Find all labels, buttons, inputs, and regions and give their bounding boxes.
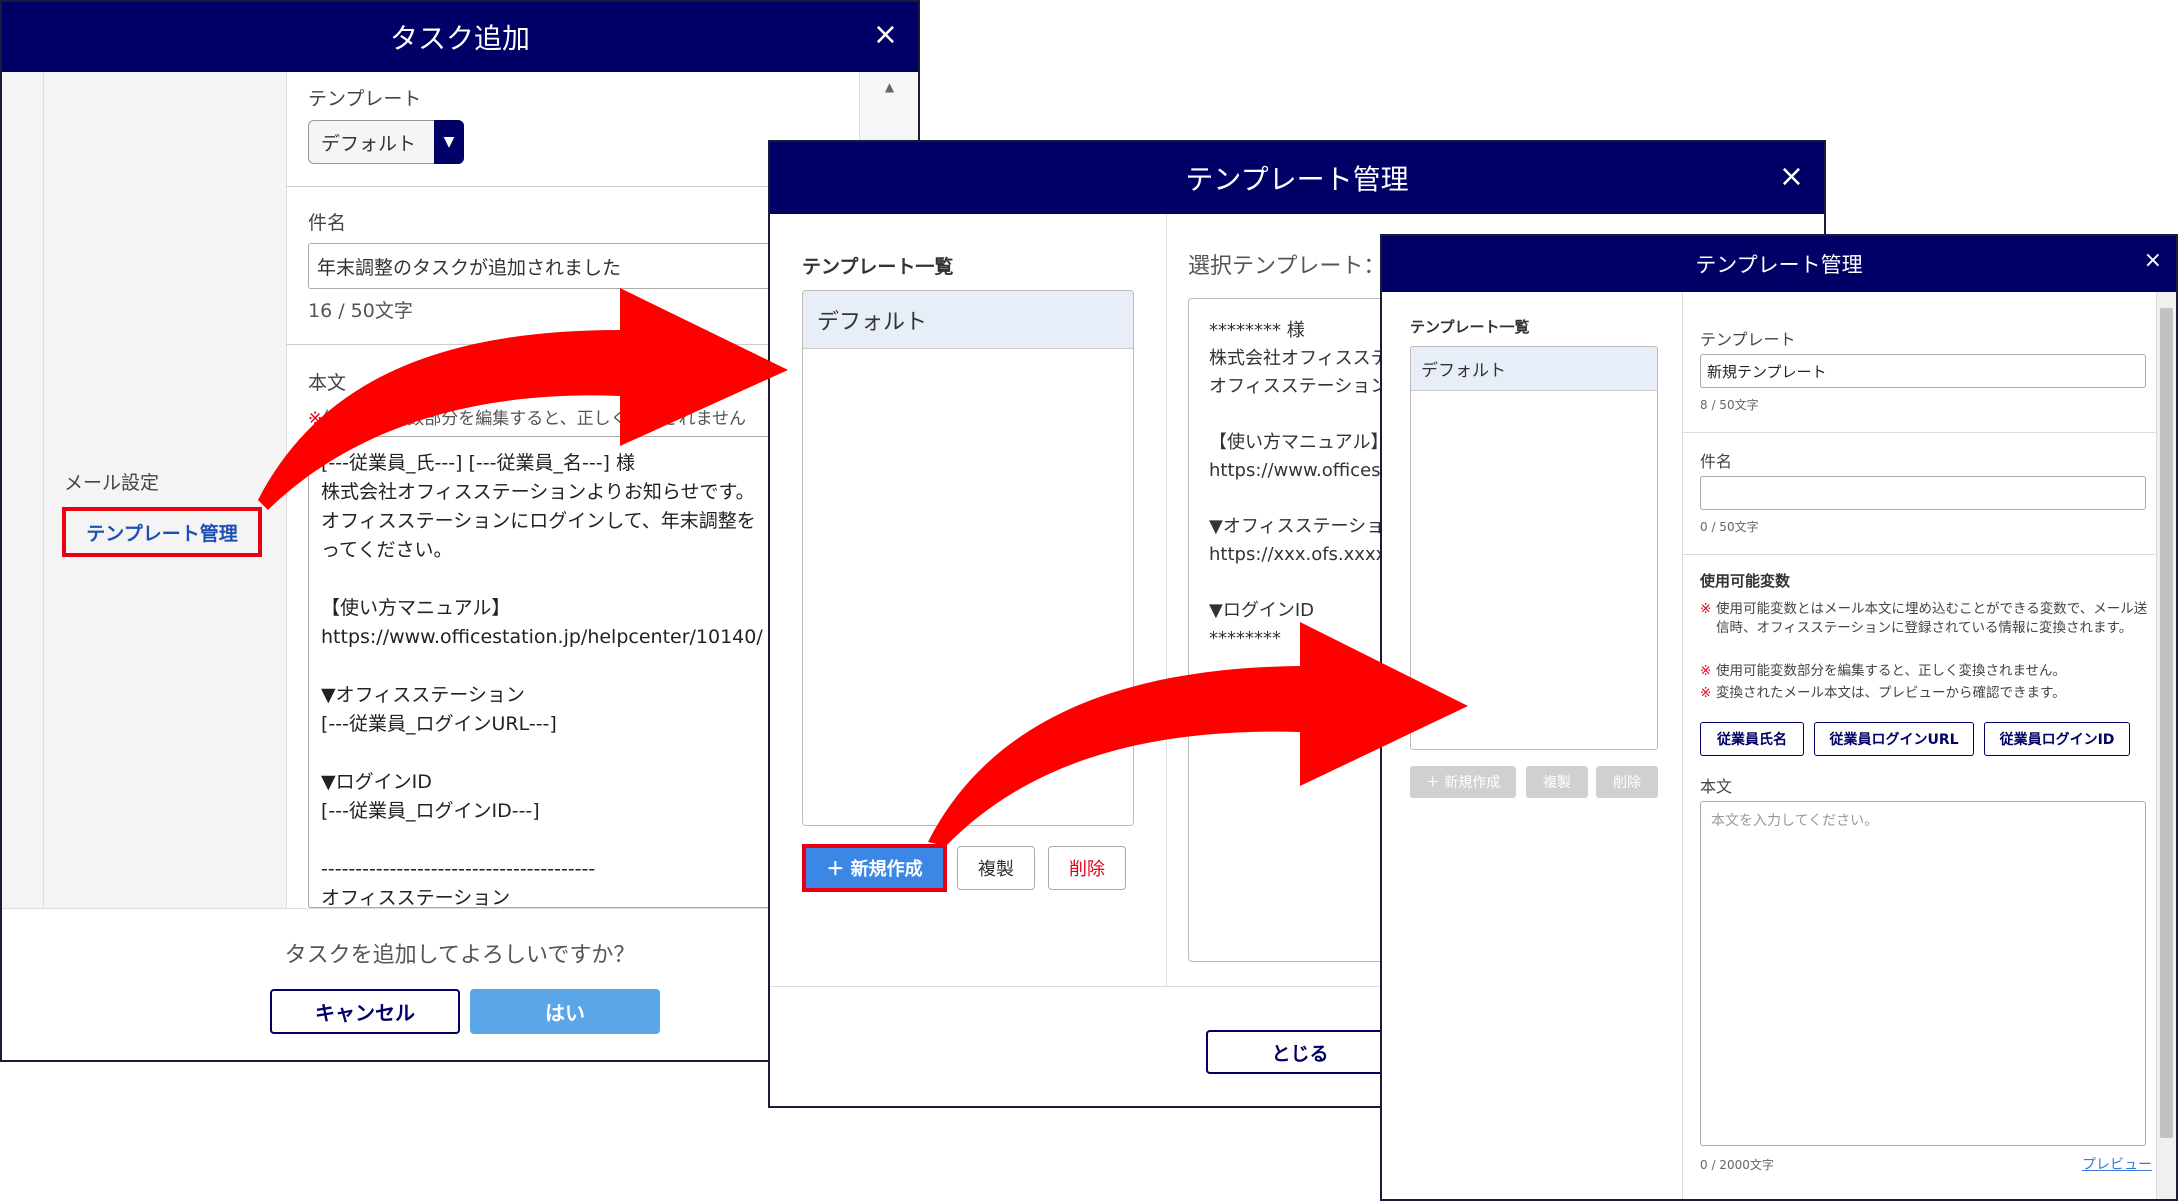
preview-link[interactable]: プレビュー [2082, 1154, 2152, 1174]
scrollbar-thumb[interactable] [2160, 308, 2173, 1138]
warning-mark: ※ [308, 409, 323, 429]
template-manage-link[interactable]: テンプレート管理 [62, 507, 262, 557]
template-list-title: テンプレート一覧 [802, 256, 954, 278]
note-item: ※ 使用可能変数部分を編集すると、正しく変換されません。 [1700, 662, 2156, 681]
note-item: ※ 変換されたメール本文は、プレビューから確認できます。 [1700, 684, 2156, 703]
dialog-header: テンプレート管理 × [770, 142, 1824, 214]
body-count: 0 / 2000文字 [1700, 1158, 1774, 1172]
note-text: 使用可能変数とはメール本文に埋め込むことができる変数で、メール送信時、オフィスス… [1716, 601, 2148, 636]
note-item: ※ 使用可能変数とはメール本文に埋め込むことができる変数で、メール送信時、オフィ… [1700, 600, 2156, 638]
variable-login-url-button[interactable]: 従業員ログインURL [1814, 722, 1974, 756]
body-label: 本文 [308, 372, 347, 394]
body-textarea[interactable]: 本文を入力してください。 [1700, 801, 2146, 1146]
variable-login-id-button[interactable]: 従業員ログインID [1984, 722, 2130, 756]
dialog-header: タスク追加 × [2, 2, 918, 72]
body-label: 本文 [1700, 777, 1733, 796]
divider [1683, 432, 2157, 433]
scrollbar[interactable] [2156, 292, 2176, 1199]
list-item[interactable]: デフォルト [803, 291, 1133, 349]
body-warning: ※使用可能変数部分を編集すると、正しく変換されません [308, 404, 746, 429]
template-name-label: テンプレート [1700, 330, 1796, 349]
variables-title: 使用可能変数 [1700, 572, 1791, 590]
new-template-button[interactable]: ＋ 新規作成 [1410, 766, 1516, 798]
variable-employee-name-button[interactable]: 従業員氏名 [1700, 722, 1804, 756]
divider [1166, 214, 1167, 986]
note-mark: ※ [1700, 663, 1712, 679]
side-gutter [2, 72, 44, 908]
template-label: テンプレート [308, 88, 422, 110]
divider [1682, 292, 1683, 1199]
subject-input[interactable] [1700, 476, 2146, 510]
subject-count: 0 / 50文字 [1700, 520, 1759, 534]
subject-label: 件名 [1700, 452, 1733, 471]
note-mark: ※ [1700, 685, 1712, 701]
template-list: デフォルト [802, 290, 1134, 826]
delete-button[interactable]: 削除 [1596, 766, 1658, 798]
list-item[interactable]: デフォルト [1411, 347, 1657, 391]
delete-button[interactable]: 削除 [1048, 846, 1126, 890]
close-icon[interactable]: × [2144, 250, 2162, 272]
close-icon[interactable]: × [1779, 162, 1804, 192]
new-template-dialog: テンプレート管理 × テンプレート一覧 デフォルト ＋ 新規作成 複製 削除 テ… [1380, 234, 2178, 1201]
note-text: 変換されたメール本文は、プレビューから確認できます。 [1716, 685, 2066, 701]
note-mark: ※ [1700, 601, 1712, 617]
scroll-up-icon[interactable]: ▲ [885, 80, 894, 94]
template-name-input[interactable]: 新規テンプレート [1700, 354, 2146, 388]
template-list-title: テンプレート一覧 [1410, 318, 1530, 336]
note-text: 使用可能変数部分を編集すると、正しく変換されません。 [1716, 663, 2067, 679]
close-button[interactable]: とじる [1206, 1030, 1394, 1074]
subject-char-count: 16 / 50文字 [308, 300, 413, 322]
template-select-value: デフォルト [321, 132, 417, 155]
dialog-title: タスク追加 [389, 22, 530, 55]
dialog-title: テンプレート管理 [1185, 163, 1409, 196]
cancel-button[interactable]: キャンセル [270, 989, 460, 1034]
dialog-header: テンプレート管理 × [1382, 236, 2176, 292]
subject-label: 件名 [308, 212, 347, 234]
chevron-down-icon[interactable]: ▼ [434, 120, 464, 164]
yes-button[interactable]: はい [470, 989, 660, 1034]
copy-button[interactable]: 複製 [1526, 766, 1588, 798]
mail-setting-label: メール設定 [64, 472, 160, 494]
dialog-title: テンプレート管理 [1695, 253, 1863, 277]
selected-template-title: 選択テンプレート：デ [1188, 254, 1408, 279]
warning-text: 使用可能変数部分を編集すると、正しく変換されません [322, 409, 747, 429]
close-icon[interactable]: × [873, 20, 898, 50]
divider [1683, 554, 2157, 555]
template-list: デフォルト [1410, 346, 1658, 750]
template-name-count: 8 / 50文字 [1700, 398, 1759, 412]
copy-button[interactable]: 複製 [957, 846, 1035, 890]
new-template-button[interactable]: ＋ 新規作成 [802, 844, 947, 892]
